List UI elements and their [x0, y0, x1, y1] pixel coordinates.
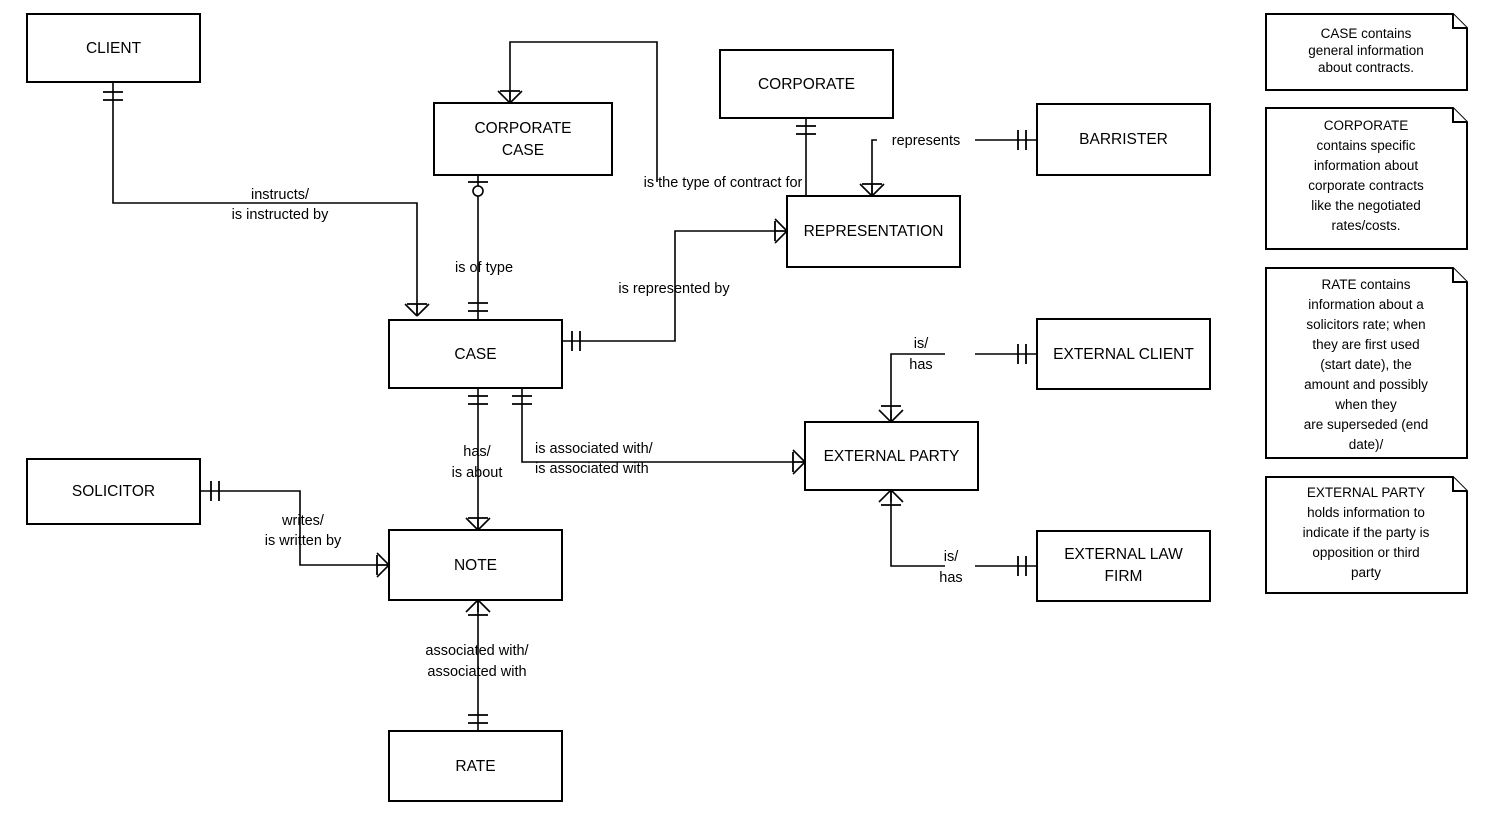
- entity-external-law-firm[interactable]: EXTERNAL LAW FIRM: [1036, 530, 1211, 602]
- note-rate-line-0: RATE contains: [1321, 277, 1410, 292]
- entity-external-law-firm-label-line1: EXTERNAL LAW: [1064, 546, 1183, 563]
- note-external-party[interactable]: EXTERNAL PARTY holds information to indi…: [1265, 476, 1468, 594]
- entity-note[interactable]: NOTE: [388, 529, 563, 601]
- note-corporate-line-4: like the negotiated: [1311, 198, 1421, 213]
- note-rate-line-5: amount and possibly: [1304, 377, 1428, 392]
- note-corporate-line-5: rates/costs.: [1331, 218, 1400, 233]
- entity-corporate-case[interactable]: CORPORATE CASE: [433, 102, 613, 176]
- entity-representation[interactable]: REPRESENTATION: [786, 195, 961, 268]
- er-diagram-canvas: CLIENT CORPORATE CASE CORPORATE BARRISTE…: [0, 0, 1504, 831]
- connector-corporatecase-case: [468, 175, 488, 320]
- label-externalparty-lawfirm-line1: is/: [944, 549, 959, 565]
- entity-solicitor[interactable]: SOLICITOR: [26, 458, 201, 525]
- note-rate-line-1: information about a: [1308, 297, 1424, 312]
- label-corporate-barrister: represents: [892, 133, 961, 149]
- entity-corporate-case-label-line1: CORPORATE: [474, 120, 571, 137]
- entity-external-client[interactable]: EXTERNAL CLIENT: [1036, 318, 1211, 390]
- entity-external-party[interactable]: EXTERNAL PARTY: [804, 421, 979, 491]
- label-case-representation-line1: is represented by: [618, 281, 730, 297]
- note-rate-line-4: (start date), the: [1320, 357, 1412, 372]
- note-rate-line-3: they are first used: [1312, 337, 1419, 352]
- label-note-rate-line2: associated with: [427, 664, 526, 680]
- entity-corporate[interactable]: CORPORATE: [719, 49, 894, 119]
- entity-solicitor-label: SOLICITOR: [72, 483, 155, 500]
- note-rate[interactable]: RATE contains information about a solici…: [1265, 267, 1468, 459]
- entity-external-party-label: EXTERNAL PARTY: [824, 448, 960, 465]
- note-external-party-line-2: indicate if the party is: [1303, 525, 1430, 540]
- note-rate-line-6: when they: [1334, 397, 1397, 412]
- label-case-note: has/ is about: [452, 444, 503, 481]
- note-external-party-line-0: EXTERNAL PARTY: [1307, 485, 1425, 500]
- entity-representation-label: REPRESENTATION: [804, 223, 944, 240]
- note-corporate-line-0: CORPORATE: [1324, 118, 1409, 133]
- label-client-case-line2: is instructed by: [232, 207, 329, 223]
- label-client-case-line1: instructs/: [251, 187, 310, 203]
- label-case-is-of-type-line1: is of type: [455, 260, 513, 276]
- label-case-is-of-type: is of type: [455, 260, 513, 276]
- label-case-note-line2: is about: [452, 465, 503, 481]
- entity-barrister-label: BARRISTER: [1079, 131, 1168, 148]
- entity-note-label: NOTE: [454, 557, 497, 574]
- entity-corporate-case-label-line2: CASE: [502, 142, 544, 159]
- entity-external-law-firm-label-line2: FIRM: [1105, 568, 1143, 585]
- label-note-rate-line1: associated with/: [425, 643, 529, 659]
- er-diagram-svg: CLIENT CORPORATE CASE CORPORATE BARRISTE…: [26, 13, 1468, 802]
- note-rate-line-2: solicitors rate; when: [1306, 317, 1425, 332]
- note-case-line-0: CASE contains: [1321, 26, 1412, 41]
- label-externalparty-lawfirm-line2: has: [939, 570, 962, 586]
- label-case-externalparty-line1: is associated with/: [535, 441, 654, 457]
- connector-solicitor-note: [200, 481, 390, 578]
- entity-barrister[interactable]: BARRISTER: [1036, 103, 1211, 176]
- label-case-note-line1: has/: [463, 444, 491, 460]
- note-case[interactable]: CASE contains general information about …: [1265, 13, 1468, 91]
- entity-case-label: CASE: [454, 346, 496, 363]
- note-corporate-line-1: contains specific: [1316, 138, 1415, 153]
- note-rate-line-8: date)/: [1349, 437, 1384, 452]
- label-externalparty-externalclient-line1: is/: [914, 336, 929, 352]
- note-case-line-2: about contracts.: [1318, 60, 1414, 75]
- label-externalparty-lawfirm: is/ has: [939, 549, 962, 586]
- label-case-representation: is represented by: [618, 281, 730, 297]
- entity-client[interactable]: CLIENT: [26, 13, 201, 83]
- label-case-externalparty-line2: is associated with: [535, 461, 649, 477]
- entity-rate-label: RATE: [455, 758, 495, 775]
- entity-external-client-label: EXTERNAL CLIENT: [1053, 346, 1194, 363]
- label-client-case: instructs/ is instructed by: [232, 187, 329, 223]
- label-case-externalparty: is associated with/ is associated with: [535, 441, 654, 477]
- entity-rate[interactable]: RATE: [388, 730, 563, 802]
- note-corporate-line-3: corporate contracts: [1308, 178, 1424, 193]
- entity-corporate-label: CORPORATE: [758, 76, 855, 93]
- label-corporatecase-contract-line1: is the type of contract for: [644, 175, 803, 191]
- entity-client-label: CLIENT: [86, 40, 142, 57]
- label-solicitor-note-line1: writes/: [281, 513, 325, 529]
- note-corporate-line-2: information about: [1314, 158, 1419, 173]
- note-external-party-line-1: holds information to: [1307, 505, 1425, 520]
- note-corporate[interactable]: CORPORATE contains specific information …: [1265, 107, 1468, 250]
- note-case-line-1: general information: [1308, 43, 1424, 58]
- label-corporate-barrister-line1: represents: [892, 133, 961, 149]
- note-rate-line-7: are superseded (end: [1304, 417, 1429, 432]
- connector-externalparty-externalclient: [878, 344, 1037, 423]
- label-corporatecase-contract: is the type of contract for: [644, 175, 803, 191]
- label-externalparty-externalclient-line2: has: [909, 357, 932, 373]
- note-external-party-line-4: party: [1351, 565, 1381, 580]
- note-external-party-line-3: opposition or third: [1312, 545, 1419, 560]
- entity-case[interactable]: CASE: [388, 319, 563, 389]
- label-solicitor-note-line2: is written by: [265, 533, 342, 549]
- label-solicitor-note: writes/ is written by: [265, 513, 342, 549]
